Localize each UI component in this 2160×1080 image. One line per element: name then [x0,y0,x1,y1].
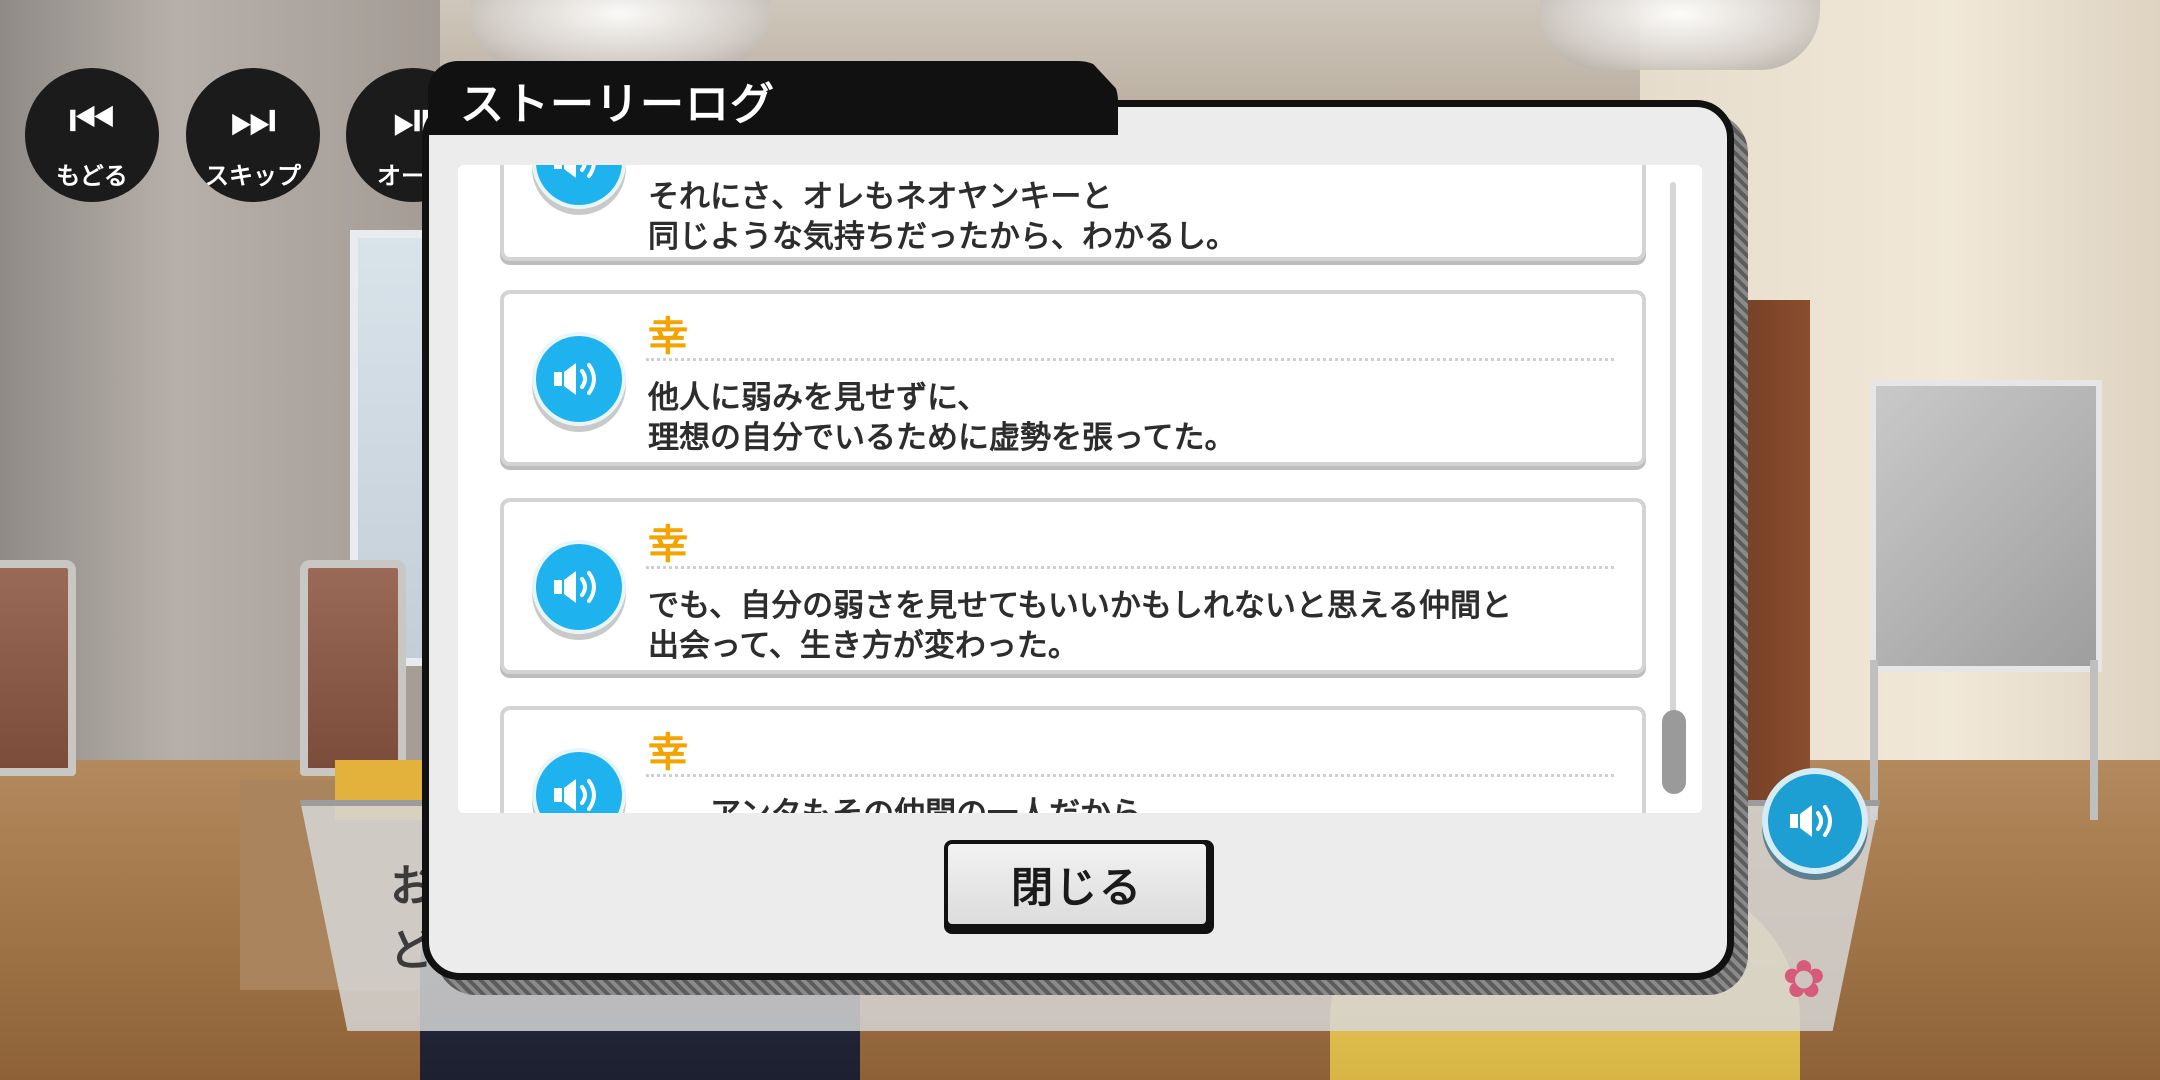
chandelier [1540,0,1820,70]
skip-icon: ⏭ [229,90,277,150]
log-entry: 幸 でも、自分の弱さを見せてもいいかもしれないと思える仲間と 出会って、生き方が… [500,498,1646,674]
rewind-icon: ⏮ [68,90,116,150]
entry-divider [646,566,1614,569]
log-text-line: ……アンタもその仲間の一人だから。 [648,788,1173,813]
speaker-name: 幸 [648,314,688,360]
log-text-line: それにさ、オレもネオヤンキーと [648,179,1113,215]
folding-chair [0,560,76,776]
voice-play-button[interactable] [532,748,626,813]
back-label: もどる [56,162,128,190]
skip-label: スキップ [205,162,301,190]
log-text-line: でも、自分の弱さを見せてもいいかもしれないと思える仲間と [648,588,1512,624]
voice-play-button[interactable] [532,540,626,634]
flower-icon: ✿ [1782,950,1826,1010]
voice-play-button[interactable] [532,165,626,209]
speaker-icon [554,165,596,178]
log-entry: それにさ、オレもネオヤンキーと 同じような気持ちだったから、わかるし。 [500,165,1646,261]
chandelier [470,0,770,70]
close-button[interactable]: 閉じる [944,840,1214,934]
whiteboard-leg [2090,660,2098,820]
log-entry: 幸 ……アンタもその仲間の一人だから。 [500,706,1646,813]
speaker-icon [1790,805,1832,837]
message-voice-button[interactable] [1762,768,1868,874]
speaker-icon [554,363,596,395]
whiteboard [1870,380,2102,672]
close-button-label: 閉じる [948,844,1206,924]
speaker-name: 幸 [648,522,688,568]
dialog-title: ストーリーログ [460,79,775,130]
log-text-line: 理想の自分でいるために虚勢を張ってた。 [648,420,1236,456]
scrollbar-track[interactable] [1670,182,1676,792]
entry-divider [646,358,1614,361]
log-text-line: 出会って、生き方が変わった。 [648,628,1079,664]
whiteboard-leg [1870,660,1878,820]
log-scroll-area[interactable]: それにさ、オレもネオヤンキーと 同じような気持ちだったから、わかるし。 幸 他人… [458,165,1702,813]
speaker-icon [554,571,596,603]
speaker-icon [554,779,596,811]
skip-button[interactable]: ⏭ スキップ [186,68,320,202]
log-entry: 幸 他人に弱みを見せずに、 理想の自分でいるために虚勢を張ってた。 [500,290,1646,466]
entry-divider [646,774,1614,777]
back-button[interactable]: ⏮ もどる [25,68,159,202]
speaker-name: 幸 [648,730,688,776]
voice-play-button[interactable] [532,332,626,426]
folding-chair [300,560,406,776]
log-text-line: 同じような気持ちだったから、わかるし。 [648,219,1237,255]
scrollbar-thumb[interactable] [1662,710,1686,794]
log-text-line: 他人に弱みを見せずに、 [648,380,989,416]
